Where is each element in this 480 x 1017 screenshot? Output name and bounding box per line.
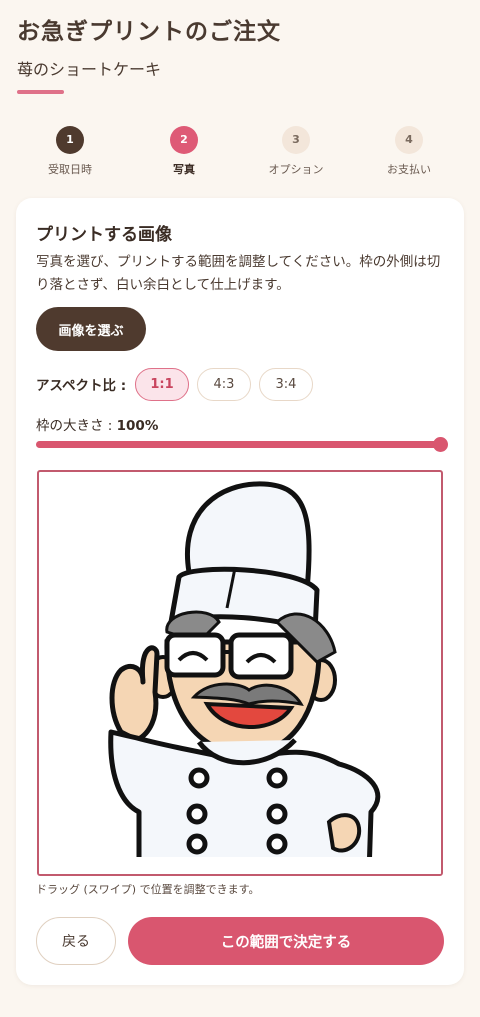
aspect-ratio-label: アスペクト比 : [36,378,127,394]
chef-illustration [39,481,441,874]
product-name: 苺のショートケーキ [17,60,162,79]
aspect-4-3-button[interactable]: 4:3 [197,368,251,401]
section-title: プリントする画像 [36,225,172,245]
aspect-1-1-button[interactable]: 1:1 [135,368,189,401]
step-photo[interactable]: 2 写真 [124,125,244,177]
aspect-3-4-button[interactable]: 3:4 [259,368,313,401]
frame-size-label: 枠の大きさ : 100% [36,414,158,434]
title-underline [17,90,64,94]
step-label: 写真 [173,163,195,176]
frame-size-slider[interactable] [36,437,448,452]
step-label: お支払い [387,163,431,176]
step-number: 2 [170,126,198,154]
step-datetime[interactable]: 1 受取日時 [10,125,130,177]
frame-size-value: 100% [116,418,159,434]
slider-thumb[interactable] [433,437,448,452]
step-number: 1 [56,126,84,154]
photo-editor-card: プリントする画像 写真を選び、プリントする範囲を調整してください。枠の外側は切り… [16,198,464,985]
step-number: 4 [395,126,423,154]
step-label: オプション [268,163,324,176]
crop-area[interactable] [37,470,443,876]
instructions: 写真を選び、プリントする範囲を調整してください。枠の外側は切り落とさず、白い余白… [36,254,441,293]
page-title: お急ぎプリントのご注文 [17,19,281,45]
order-stepper: 1 受取日時 2 写真 3 オプション 4 お支払い [0,125,480,185]
back-button[interactable]: 戻る [36,917,116,965]
slider-fill [36,441,440,448]
choose-image-button[interactable]: 画像を選ぶ [36,307,146,351]
step-number: 3 [282,126,310,154]
drag-hint: ドラッグ (スワイプ) で位置を調整できます。 [36,883,260,896]
step-label: 受取日時 [48,163,92,176]
frame-size-text: 枠の大きさ : [36,418,117,434]
step-payment: 4 お支払い [349,125,469,177]
confirm-range-button[interactable]: この範囲で決定する [128,917,444,965]
step-options: 3 オプション [236,125,356,177]
